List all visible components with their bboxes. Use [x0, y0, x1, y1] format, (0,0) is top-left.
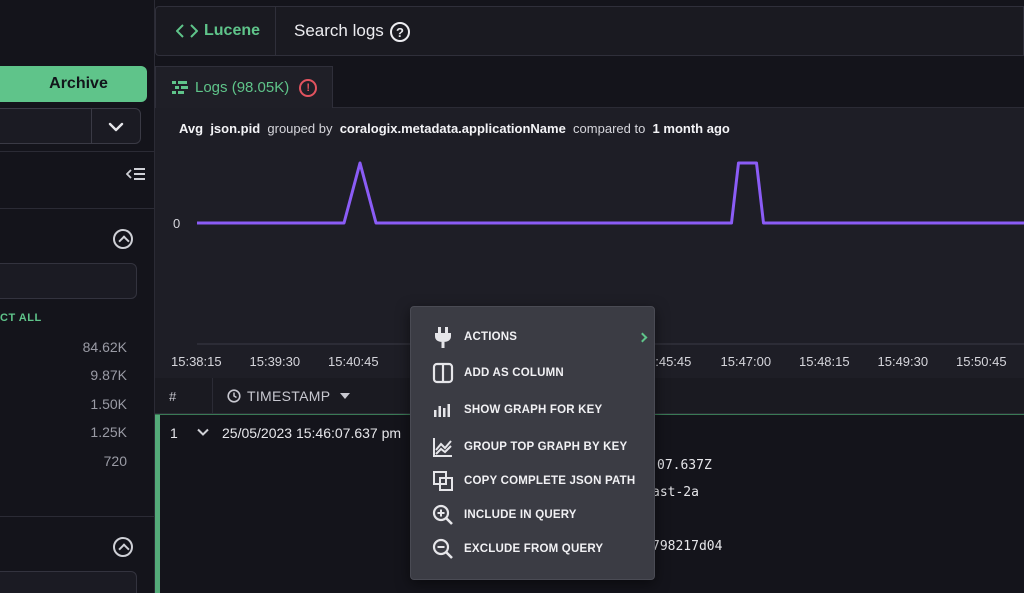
x-tick-label: 15:39:30	[249, 354, 301, 369]
x-tick-label: 15:50:45	[956, 354, 1007, 369]
facet-count: 1.50K	[90, 396, 127, 412]
menu-item-actions[interactable]: ACTIONS	[411, 320, 654, 354]
menu-item-group-top-graph[interactable]: GROUP TOP GRAPH BY KEY	[411, 430, 654, 464]
x-tick-label: 15:40:45	[328, 354, 379, 369]
menu-item-label: GROUP TOP GRAPH BY KEY	[464, 441, 628, 453]
menu-item-label: ACTIONS	[464, 331, 518, 343]
archive-button-label: Archive	[49, 75, 108, 92]
menu-item-label: SHOW GRAPH FOR KEY	[464, 404, 603, 416]
archive-button[interactable]: Archive	[0, 66, 147, 102]
sidebar: Archive CT ALL 84.62K 9.87K 1.50K 1.25K …	[0, 0, 155, 593]
logs-icon	[172, 80, 188, 94]
zoom-out-icon	[431, 537, 455, 561]
select-all-link[interactable]: CT ALL	[0, 312, 42, 324]
zoom-in-icon	[431, 503, 455, 527]
tab-logs[interactable]: Logs (98.05K) !	[155, 66, 333, 108]
menu-item-show-graph-for-key[interactable]: SHOW GRAPH FOR KEY	[411, 393, 654, 427]
log-value-text: ast-2a	[652, 485, 699, 500]
app-root: Archive CT ALL 84.62K 9.87K 1.50K 1.25K …	[0, 0, 1024, 593]
query-bar: Lucene Search logs ?	[155, 6, 1024, 56]
y-tick-label: 0	[173, 216, 181, 231]
row-index: 1	[170, 425, 178, 441]
menu-item-label: EXCLUDE FROM QUERY	[464, 543, 604, 555]
select-divider	[91, 109, 92, 143]
facet-count: 9.87K	[90, 367, 127, 383]
tab-logs-label: Logs (98.05K)	[195, 79, 290, 96]
menu-item-add-as-column[interactable]: ADD AS COLUMN	[411, 356, 654, 390]
area-graph-icon	[431, 435, 455, 459]
results-tabs: Logs (98.05K) !	[155, 66, 1024, 108]
source-select[interactable]	[0, 108, 141, 144]
menu-item-label: ADD AS COLUMN	[464, 367, 564, 379]
menu-item-label: COPY COMPLETE JSON PATH	[464, 475, 636, 487]
context-menu: ACTIONS ADD AS COLUMN SHOW GRAPH FOR KEY…	[410, 306, 655, 580]
sidebar-divider	[0, 151, 155, 152]
warning-icon[interactable]: !	[299, 78, 318, 97]
row-timestamp: 25/05/2023 15:46:07.637 pm	[222, 425, 402, 441]
search-logs-input[interactable]: Search logs	[294, 21, 384, 41]
x-tick-label: 15:38:15	[171, 354, 222, 369]
facet-count: 84.62K	[82, 339, 127, 355]
x-tick-label: 15:48:15	[799, 354, 850, 369]
chevron-right-icon	[637, 332, 648, 342]
plug-icon	[431, 325, 455, 349]
log-value-text: 798217d04	[652, 539, 723, 554]
copy-icon	[431, 469, 455, 493]
menu-item-label: INCLUDE IN QUERY	[464, 509, 577, 521]
x-tick-label: 15:49:30	[877, 354, 929, 369]
x-tick-label: 15:47:00	[720, 354, 772, 369]
query-mode-label: Lucene	[204, 22, 261, 39]
row-severity-bar	[155, 415, 160, 593]
sidebar-divider	[0, 516, 155, 517]
facet-count: 720	[103, 453, 127, 469]
help-icon[interactable]: ?	[390, 22, 410, 42]
filter-search-input[interactable]	[0, 571, 137, 593]
menu-item-exclude-from-query[interactable]: EXCLUDE FROM QUERY	[411, 532, 654, 566]
query-mode-toggle[interactable]: Lucene	[156, 7, 276, 55]
column-divider	[212, 378, 213, 414]
column-header-index: #	[169, 389, 177, 404]
collapse-section-icon[interactable]	[113, 229, 133, 249]
chevron-down-icon[interactable]	[106, 117, 126, 137]
log-value-text: 07.637Z	[657, 458, 712, 473]
column-icon	[431, 361, 455, 385]
chevron-down-icon[interactable]	[197, 426, 209, 438]
sort-caret-icon[interactable]	[340, 393, 351, 399]
collapse-sidebar-icon[interactable]	[126, 166, 146, 182]
column-header-timestamp[interactable]: TIMESTAMP	[227, 388, 351, 404]
timestamp-label: TIMESTAMP	[247, 388, 331, 404]
facet-count: 1.25K	[90, 424, 127, 440]
collapse-section-icon[interactable]	[113, 537, 133, 557]
menu-item-include-in-query[interactable]: INCLUDE IN QUERY	[411, 498, 654, 532]
clock-icon	[227, 389, 241, 403]
menu-item-copy-json-path[interactable]: COPY COMPLETE JSON PATH	[411, 464, 654, 498]
sidebar-divider	[0, 208, 155, 209]
code-brackets-icon	[176, 24, 198, 38]
series-line	[197, 161, 1024, 225]
bar-graph-icon	[431, 398, 455, 422]
filter-search-input[interactable]	[0, 263, 137, 299]
